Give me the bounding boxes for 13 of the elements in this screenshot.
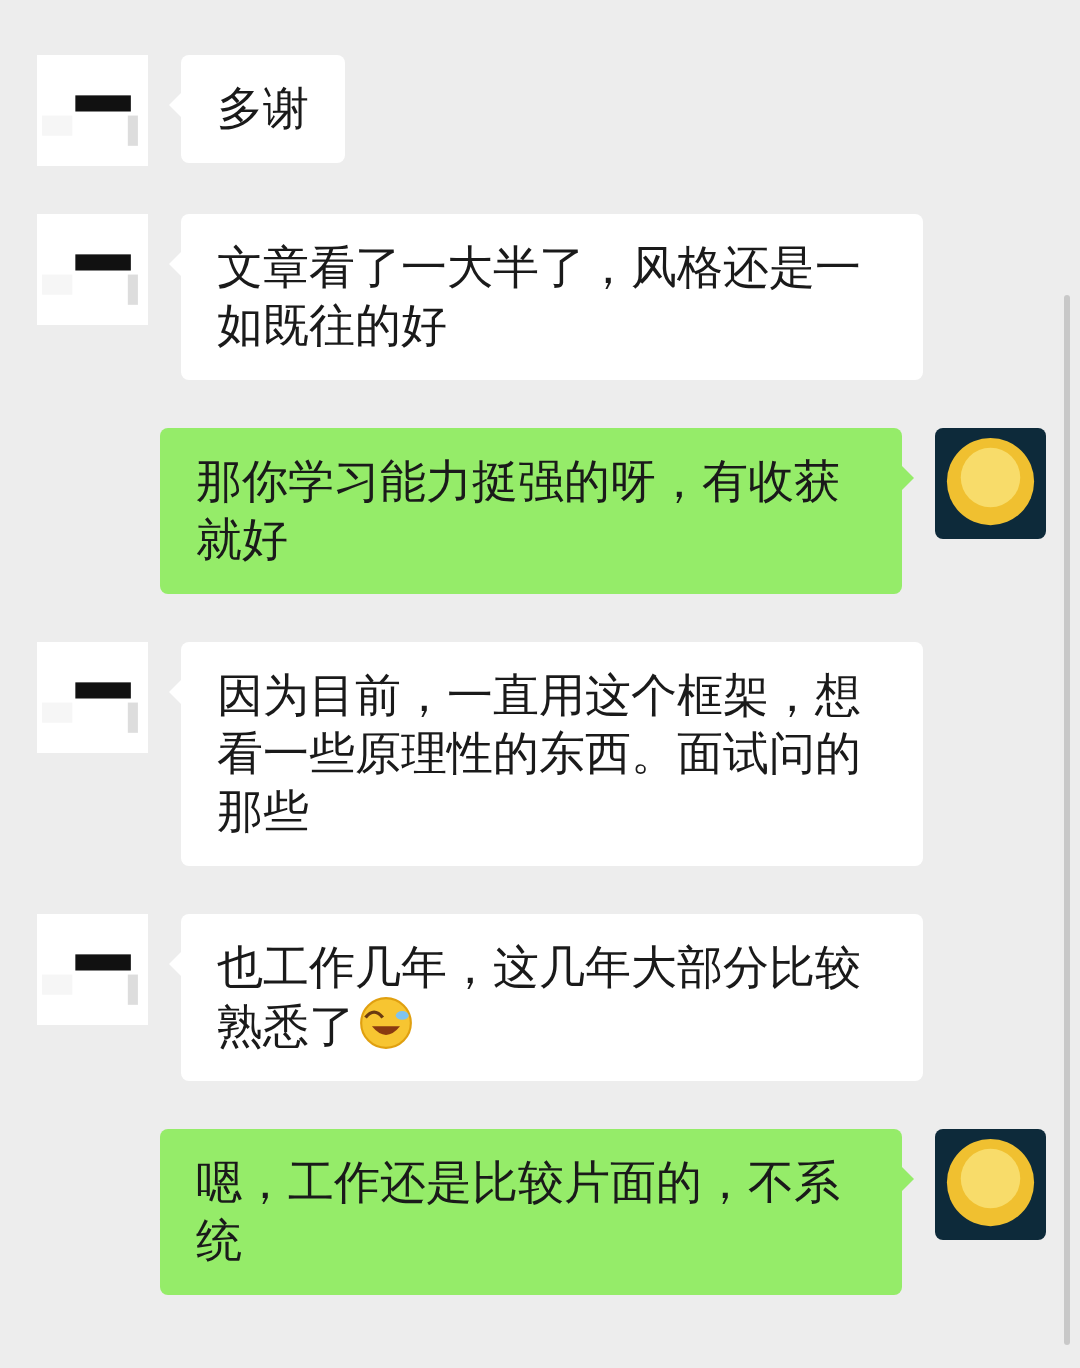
smiley-avatar-icon bbox=[935, 428, 1046, 539]
message-text: 多谢 bbox=[217, 81, 309, 135]
smiley-avatar-icon bbox=[935, 1129, 1046, 1240]
message-text: 那你学习能力挺强的呀，有收获就好 bbox=[196, 454, 840, 566]
message-text: 也工作几年，这几年大部分比较熟悉了 bbox=[217, 940, 861, 1053]
message-text: 嗯，工作还是比较片面的，不系统 bbox=[196, 1155, 840, 1267]
message-text: 文章看了一大半了，风格还是一如既往的好 bbox=[217, 240, 861, 352]
pixelated-avatar-icon bbox=[37, 642, 148, 753]
pixelated-avatar-icon bbox=[37, 214, 148, 325]
pixelated-avatar-icon bbox=[37, 914, 148, 1025]
pixelated-avatar-icon bbox=[37, 55, 148, 166]
message-text: 因为目前，一直用这个框架，想看一些原理性的东西。面试问的那些 bbox=[217, 668, 861, 838]
scrollbar[interactable] bbox=[1064, 295, 1070, 1345]
